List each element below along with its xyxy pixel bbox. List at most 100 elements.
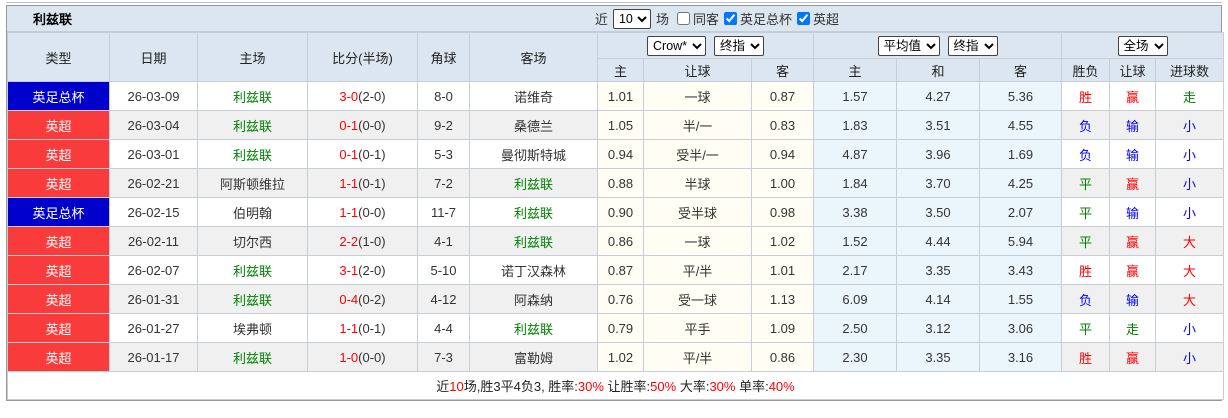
handicap-odds-group: Crow* 终指: [597, 32, 814, 59]
summary-text: 近10场,胜3平4负3, 胜率:30% 让胜率:50% 大率:30% 单率:40…: [436, 379, 794, 394]
filter-fa-cup[interactable]: 英足总杯: [723, 9, 792, 28]
avg-draw-cell: 3.50: [896, 197, 980, 227]
average-select[interactable]: 平均值: [877, 35, 940, 56]
filter-fa-cup-checkbox[interactable]: [723, 12, 737, 25]
home-team-cell: 利兹联: [197, 255, 308, 285]
summary-row: 近10场,胜3平4负3, 胜率:30% 让胜率:50% 大率:30% 单率:40…: [6, 371, 1225, 400]
result-cell: 胜: [1061, 81, 1110, 111]
filter-controls: 近 10 场 同客 英足总杯 英超: [595, 8, 839, 29]
match-row: 英足总杯 26-03-09 利兹联 3-0(2-0) 8-0 诺维奇 1.01 一球 0.87 1…: [7, 81, 1225, 111]
filter-epl[interactable]: 英超: [796, 9, 839, 28]
handicap-result-cell: 输: [1109, 110, 1156, 140]
odds-handicap-cell: 平/半: [643, 255, 752, 285]
col-header-type: 类型: [7, 32, 110, 82]
odds-home-cell: 0.86: [597, 226, 644, 256]
odds-table: 类型 日期 主场 比分(半场) 角球 客场 Crow* 终指 平均值 终指 全场…: [6, 32, 1225, 400]
europe-stage-select[interactable]: 终指: [947, 35, 998, 56]
odds-handicap-cell: 受半球: [643, 197, 752, 227]
scope-select[interactable]: 全场: [1117, 35, 1168, 56]
top-divider: [6, 2, 1222, 3]
home-team-cell: 利兹联: [197, 342, 308, 372]
league-badge: 英超: [7, 255, 110, 285]
league-badge: 英超: [7, 284, 110, 314]
result-cell: 胜: [1061, 255, 1110, 285]
score-cell: 0-1(0-1): [307, 139, 418, 169]
score-cell: 2-2(1-0): [307, 226, 418, 256]
home-team-cell: 切尔西: [197, 226, 308, 256]
avg-away-cell: 4.25: [979, 168, 1062, 198]
summary-segment: 10: [449, 379, 464, 394]
summary-segment: 大率:: [676, 379, 710, 394]
odds-away-cell: 0.86: [751, 342, 814, 372]
result-cell: 平: [1061, 197, 1110, 227]
handicap-result-cell: 赢: [1109, 226, 1156, 256]
handicap-stage-select[interactable]: 终指: [714, 35, 764, 56]
goals-result-cell: 小: [1154, 342, 1225, 372]
result-cell: 平: [1061, 168, 1110, 198]
col-header-away: 客场: [469, 32, 598, 82]
match-row: 英超 26-02-21 阿斯顿维拉 1-1(0-1) 7-2 利兹联 0.88 半球 1.00 1…: [7, 168, 1225, 198]
avg-draw-cell: 3.35: [896, 255, 980, 285]
avg-draw-cell: 4.27: [896, 81, 980, 111]
summary-segment: 场,胜3平4负3, 胜率:: [463, 379, 578, 394]
corners-cell: 5-10: [417, 255, 470, 285]
avg-away-cell: 5.94: [979, 226, 1062, 256]
avg-draw-cell: 3.96: [896, 139, 980, 169]
away-team-cell: 阿森纳: [469, 284, 598, 314]
league-badge: 英超: [7, 342, 110, 372]
score-cell: 1-0(0-0): [307, 342, 418, 372]
odds-handicap-cell: 受一球: [643, 284, 752, 314]
away-team-cell: 桑德兰: [469, 110, 598, 140]
col-header-avg-home: 主: [813, 58, 897, 82]
avg-draw-cell: 3.51: [896, 110, 980, 140]
goals-result-cell: 走: [1154, 81, 1225, 111]
filter-checkboxes: 同客 英足总杯 英超: [672, 9, 839, 28]
score-cell: 1-1(0-1): [307, 168, 418, 198]
avg-away-cell: 5.36: [979, 81, 1062, 111]
summary-segment: 50%: [650, 379, 677, 394]
col-header-odds-home: 主: [597, 58, 644, 82]
col-header-odds-handicap: 让球: [643, 58, 752, 82]
handicap-result-cell: 输: [1109, 139, 1156, 169]
odds-away-cell: 0.98: [751, 197, 814, 227]
corners-cell: 5-3: [417, 139, 470, 169]
match-row: 英超 26-03-04 利兹联 0-1(0-0) 9-2 桑德兰 1.05 半/一 0.83 1.…: [7, 110, 1225, 140]
col-header-date: 日期: [109, 32, 198, 82]
bookmaker-select[interactable]: Crow*: [647, 35, 706, 56]
odds-away-cell: 0.83: [751, 110, 814, 140]
odds-away-cell: 1.02: [751, 226, 814, 256]
summary-segment: 单率:: [735, 379, 769, 394]
home-team-cell: 伯明翰: [197, 197, 308, 227]
score-cell: 3-1(2-0): [307, 255, 418, 285]
away-team-cell: 利兹联: [469, 197, 598, 227]
home-team-cell: 利兹联: [197, 110, 308, 140]
odds-handicap-cell: 平手: [643, 313, 752, 343]
odds-home-cell: 0.76: [597, 284, 644, 314]
avg-away-cell: 1.69: [979, 139, 1062, 169]
odds-handicap-cell: 半球: [643, 168, 752, 198]
filter-same-guest[interactable]: 同客: [676, 9, 719, 28]
odds-home-cell: 0.87: [597, 255, 644, 285]
league-badge: 英足总杯: [7, 81, 110, 111]
match-row: 英超 26-02-11 切尔西 2-2(1-0) 4-1 利兹联 0.86 一球 1.02 1.5…: [7, 226, 1225, 256]
col-header-result: 胜负: [1061, 58, 1110, 82]
match-row: 英超 26-02-07 利兹联 3-1(2-0) 5-10 诺丁汉森林 0.87 平/半 1.0…: [7, 255, 1225, 285]
filter-fa-cup-label: 英足总杯: [739, 12, 792, 27]
odds-away-cell: 0.94: [751, 139, 814, 169]
odds-home-cell: 1.01: [597, 81, 644, 111]
odds-away-cell: 1.01: [751, 255, 814, 285]
avg-away-cell: 3.06: [979, 313, 1062, 343]
handicap-result-cell: 输: [1109, 197, 1156, 227]
avg-home-cell: 2.50: [813, 313, 897, 343]
filter-same-guest-checkbox[interactable]: [676, 12, 690, 25]
filter-epl-checkbox[interactable]: [796, 12, 810, 25]
home-team-cell: 利兹联: [197, 81, 308, 111]
odds-away-cell: 1.00: [751, 168, 814, 198]
away-team-cell: 曼彻斯特城: [469, 139, 598, 169]
corners-cell: 7-3: [417, 342, 470, 372]
goals-result-cell: 小: [1154, 168, 1225, 198]
odds-handicap-cell: 受半/一: [643, 139, 752, 169]
odds-home-cell: 1.05: [597, 110, 644, 140]
recent-count-select[interactable]: 10: [612, 8, 651, 29]
goals-result-cell: 大: [1154, 284, 1225, 314]
